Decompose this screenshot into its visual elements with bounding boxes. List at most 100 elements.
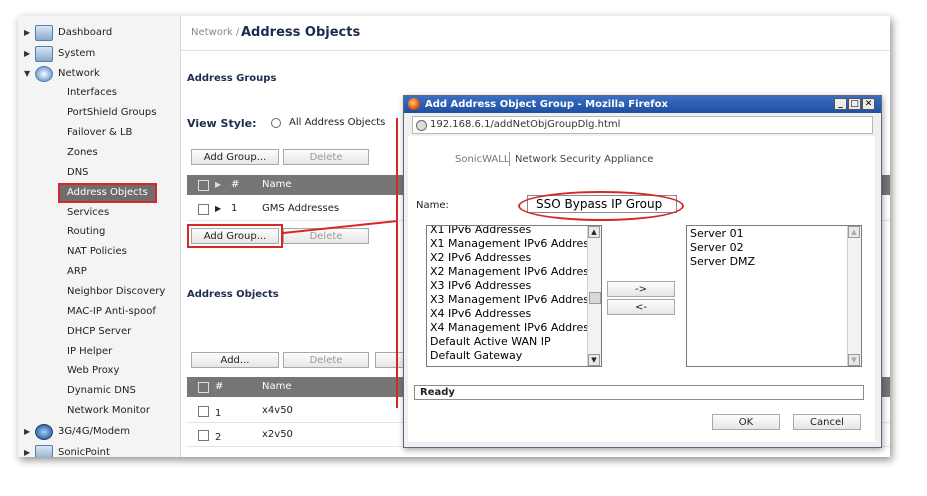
list-item[interactable]: X4 Management IPv6 Address xyxy=(430,321,595,335)
move-right-button[interactable]: -> xyxy=(607,281,675,297)
maximize-icon[interactable]: □ xyxy=(848,98,861,110)
list-item[interactable]: X3 IPv6 Addresses xyxy=(430,279,531,293)
sidebar-item-routing[interactable]: Routing xyxy=(18,222,180,242)
row-checkbox[interactable] xyxy=(198,406,209,417)
sidebar-item-label: ARP xyxy=(67,266,87,277)
sidebar-item-label: 3G/4G/Modem xyxy=(58,426,130,437)
add-group-button[interactable]: Add Group... xyxy=(187,224,283,248)
sidebar-item-zones[interactable]: Zones xyxy=(18,143,180,163)
sidebar-item-web-proxy[interactable]: Web Proxy xyxy=(18,361,180,381)
scroll-thumb[interactable] xyxy=(589,292,601,304)
sidebar-item-label: MAC-IP Anti-spoof xyxy=(67,306,156,317)
collapse-arrow-icon[interactable]: ▼ xyxy=(24,64,30,84)
address-groups-heading: Address Groups xyxy=(187,73,277,84)
header-divider xyxy=(181,50,890,51)
row-num: 1 xyxy=(215,408,222,419)
sidebar-item-label: Routing xyxy=(67,226,106,237)
column-name[interactable]: Name xyxy=(262,377,292,397)
select-all-checkbox[interactable] xyxy=(198,180,209,191)
sidebar-item-dns[interactable]: DNS xyxy=(18,163,180,183)
list-item[interactable]: X2 IPv6 Addresses xyxy=(430,251,531,265)
minimize-icon[interactable]: _ xyxy=(834,98,847,110)
add-group-button-top[interactable]: Add Group... xyxy=(191,149,279,165)
move-left-button[interactable]: <- xyxy=(607,299,675,315)
scroll-down-icon[interactable]: ▼ xyxy=(588,354,600,366)
scroll-down-icon[interactable]: ▼ xyxy=(848,354,860,366)
row-num: 1 xyxy=(231,203,238,214)
system-icon xyxy=(35,46,53,62)
list-item[interactable]: Server 02 xyxy=(690,241,744,255)
sidebar-item-label: Address Objects xyxy=(58,183,157,203)
expand-icon: ▶ xyxy=(215,180,222,189)
sidebar-item-ip-helper[interactable]: IP Helper xyxy=(18,342,180,362)
row-name: GMS Addresses xyxy=(262,203,340,214)
dashboard-icon xyxy=(35,25,53,41)
list-item[interactable]: Server 01 xyxy=(690,227,744,241)
scroll-up-icon[interactable]: ▲ xyxy=(848,226,860,238)
dialog-titlebar[interactable]: Add Address Object Group - Mozilla Firef… xyxy=(404,96,881,113)
sidebar-item-dynamic-dns[interactable]: Dynamic DNS xyxy=(18,381,180,401)
sidebar-item-label: PortShield Groups xyxy=(67,107,157,118)
members-list-scrollbar[interactable]: ▲ ▼ xyxy=(847,226,861,366)
sidebar-item-address-objects[interactable]: Address Objects xyxy=(18,183,180,203)
sidebar-item-mac-ip-anti-spoof[interactable]: MAC-IP Anti-spoof xyxy=(18,302,180,322)
sidebar-item-arp[interactable]: ARP xyxy=(18,262,180,282)
firefox-icon xyxy=(408,98,420,110)
sidebar-item-nat-policies[interactable]: NAT Policies xyxy=(18,242,180,262)
row-checkbox[interactable] xyxy=(198,430,209,441)
sidebar-item-interfaces[interactable]: Interfaces xyxy=(18,83,180,103)
group-members-list[interactable]: Server 01 Server 02 Server DMZ ▲ ▼ xyxy=(686,225,862,367)
sidebar-item-failover-lb[interactable]: Failover & LB xyxy=(18,123,180,143)
breadcrumb[interactable]: Network / xyxy=(191,27,239,38)
sidebar-item-dashboard[interactable]: ▶ Dashboard xyxy=(18,23,180,43)
expand-row-icon[interactable]: ▶ xyxy=(215,198,221,220)
list-item[interactable]: Default Active WAN IP xyxy=(430,335,551,349)
list-item[interactable]: X1 Management IPv6 Address xyxy=(430,237,595,251)
list-item[interactable]: X3 Management IPv6 Address xyxy=(430,293,595,307)
list-item[interactable]: Server DMZ xyxy=(690,255,755,269)
sidebar-item-system[interactable]: ▶ System xyxy=(18,44,180,64)
column-name[interactable]: Name xyxy=(262,175,292,195)
delete-group-button-top[interactable]: Delete xyxy=(283,149,369,165)
list-item[interactable]: X4 IPv6 Addresses xyxy=(430,307,531,321)
expand-arrow-icon[interactable]: ▶ xyxy=(24,443,30,457)
site-identity-icon[interactable] xyxy=(416,120,427,131)
available-list-scrollbar[interactable]: ▲ ▼ xyxy=(587,226,601,366)
available-objects-list[interactable]: X1 IPv6 Addresses X1 Management IPv6 Add… xyxy=(426,225,602,367)
sidebar-item-portshield-groups[interactable]: PortShield Groups xyxy=(18,103,180,123)
expand-arrow-icon[interactable]: ▶ xyxy=(24,23,30,43)
url-text: 192.168.6.1/addNetObjGroupDlg.html xyxy=(430,119,621,130)
list-item[interactable]: Default Gateway xyxy=(430,349,522,363)
all-address-objects-radio[interactable] xyxy=(271,118,281,128)
sidebar-item-dhcp-server[interactable]: DHCP Server xyxy=(18,322,180,342)
view-style-label: View Style: xyxy=(187,117,257,130)
sidebar-item-label: Interfaces xyxy=(67,87,117,98)
sidebar-item-label: Services xyxy=(67,207,110,218)
brand-divider xyxy=(509,152,510,166)
sidebar-item-network[interactable]: ▼ Network xyxy=(18,64,180,84)
sidebar-item-network-monitor[interactable]: Network Monitor xyxy=(18,401,180,421)
delete-object-button[interactable]: Delete xyxy=(283,352,369,368)
list-item[interactable]: X2 Management IPv6 Address xyxy=(430,265,595,279)
sidebar-item-services[interactable]: Services xyxy=(18,203,180,223)
ok-button[interactable]: OK xyxy=(712,414,780,430)
expand-arrow-icon[interactable]: ▶ xyxy=(24,422,30,442)
page-title: Address Objects xyxy=(241,25,361,40)
brand-logo: SonicWALL xyxy=(455,154,510,165)
row-checkbox[interactable] xyxy=(198,204,209,215)
annotation-vertical-line xyxy=(396,118,398,408)
select-all-checkbox[interactable] xyxy=(198,382,209,393)
sidebar-item-sonicpoint[interactable]: ▶ SonicPoint xyxy=(18,443,180,457)
sidebar-item-neighbor-discovery[interactable]: Neighbor Discovery xyxy=(18,282,180,302)
row-num: 2 xyxy=(215,432,222,443)
url-bar[interactable]: 192.168.6.1/addNetObjGroupDlg.html xyxy=(412,116,873,134)
cancel-button[interactable]: Cancel xyxy=(793,414,861,430)
sidebar-item-3g-4g-modem[interactable]: ▶ 3G/4G/Modem xyxy=(18,422,180,442)
add-object-button[interactable]: Add... xyxy=(191,352,279,368)
scroll-up-icon[interactable]: ▲ xyxy=(588,226,600,238)
sidebar-item-label: Failover & LB xyxy=(67,127,133,138)
product-name: Network Security Appliance xyxy=(515,154,654,165)
close-icon[interactable]: ✕ xyxy=(862,98,875,110)
expand-arrow-icon[interactable]: ▶ xyxy=(24,44,30,64)
list-item[interactable]: X1 IPv6 Addresses xyxy=(430,226,531,237)
